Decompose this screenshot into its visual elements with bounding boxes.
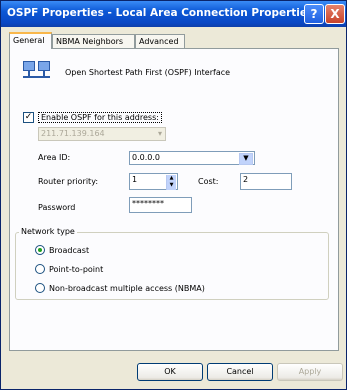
point-to-point-label: Point-to-point xyxy=(49,265,104,274)
chevron-down-icon[interactable]: ▼ xyxy=(239,153,253,165)
title-bar[interactable]: OSPF Properties - Local Area Connection … xyxy=(1,1,346,27)
close-button[interactable]: X xyxy=(325,4,345,24)
tab-general[interactable]: General xyxy=(9,32,52,49)
dialog-window: OSPF Properties - Local Area Connection … xyxy=(0,0,347,390)
router-priority-stepper[interactable]: 1 ▲ ▼ xyxy=(129,173,178,190)
enable-ospf-checkbox[interactable]: ✓ xyxy=(23,112,34,123)
chevron-down-icon: ▾ xyxy=(157,129,162,138)
nbma-radio[interactable] xyxy=(35,283,45,293)
enable-ospf-label: Enable OSPF for this address: xyxy=(38,112,162,123)
router-priority-label: Router priority: xyxy=(38,177,99,186)
help-button[interactable]: ? xyxy=(304,4,324,24)
tab-nbma-neighbors[interactable]: NBMA Neighbors xyxy=(52,34,135,48)
password-field[interactable]: ******** xyxy=(129,197,192,213)
area-id-dropdown[interactable]: 0.0.0.0 ▼ xyxy=(129,151,255,165)
window-title: OSPF Properties - Local Area Connection … xyxy=(7,7,314,19)
cost-value: 2 xyxy=(243,175,249,184)
network-type-title: Network type xyxy=(19,227,77,236)
nbma-label: Non-broadcast multiple access (NBMA) xyxy=(49,284,205,293)
password-label: Password xyxy=(38,203,76,212)
cost-label: Cost: xyxy=(198,177,219,186)
ok-button[interactable]: OK xyxy=(137,363,203,381)
point-to-point-radio[interactable] xyxy=(35,264,45,274)
ip-address-value: 211.71.139.164 xyxy=(41,129,105,138)
password-value: ******** xyxy=(132,199,164,208)
interface-description: Open Shortest Path First (OSPF) Interfac… xyxy=(65,68,231,77)
cancel-button[interactable]: Cancel xyxy=(207,363,273,381)
area-id-label: Area ID: xyxy=(38,153,71,162)
broadcast-label: Broadcast xyxy=(49,246,90,255)
tab-advanced[interactable]: Advanced xyxy=(135,34,185,48)
area-id-value: 0.0.0.0 xyxy=(132,153,160,162)
ip-address-dropdown[interactable]: 211.71.139.164 ▾ xyxy=(38,127,166,141)
broadcast-radio[interactable] xyxy=(35,245,45,255)
apply-button[interactable]: Apply xyxy=(277,363,343,381)
spin-arrows-icon[interactable]: ▲ ▼ xyxy=(166,175,176,190)
router-priority-value: 1 xyxy=(132,175,138,184)
cost-field[interactable]: 2 xyxy=(240,173,292,190)
